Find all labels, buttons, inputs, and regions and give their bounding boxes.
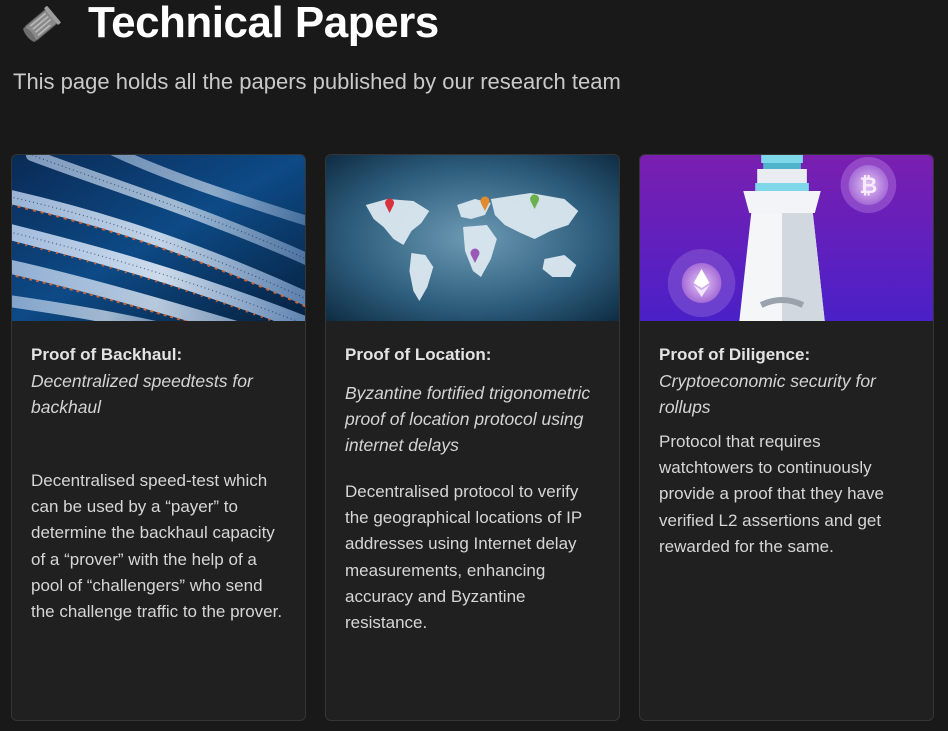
paper-description: Decentralised speed-test which can be us… (31, 471, 283, 622)
world-map-pins-image (326, 155, 619, 321)
paper-subtitle: Byzantine fortified trigonometric proof … (345, 383, 591, 455)
page-title: Technical Papers (88, 0, 439, 47)
page-subtitle: This page holds all the papers published… (13, 69, 621, 94)
page-header: Technical Papers This page holds all the… (0, 0, 948, 140)
fiber-optic-cables-image (12, 155, 305, 321)
newspaper-roll-icon (23, 6, 61, 42)
paper-title: Proof of Location: (345, 345, 492, 364)
watchtower-crypto-coins-image: ₿ (640, 155, 933, 321)
svg-text:₿: ₿ (860, 174, 878, 199)
paper-description: Decentralised protocol to verify the geo… (345, 482, 582, 633)
papers-gallery: Proof of Backhaul: Decentralized speedte… (11, 154, 941, 724)
paper-card-backhaul[interactable]: Proof of Backhaul: Decentralized speedte… (11, 154, 306, 721)
paper-card-diligence[interactable]: ₿ Proof of Diligence: Cryptoeconomic sec… (639, 154, 934, 721)
paper-subtitle: Decentralized speedtests for backhaul (31, 371, 253, 417)
paper-title: Proof of Diligence: (659, 345, 811, 364)
paper-title: Proof of Backhaul: (31, 345, 183, 364)
paper-subtitle: Cryptoeconomic security for rollups (659, 371, 876, 417)
paper-description: Protocol that requires watchtowers to co… (659, 432, 884, 556)
paper-card-location[interactable]: Proof of Location: Byzantine fortified t… (325, 154, 620, 721)
